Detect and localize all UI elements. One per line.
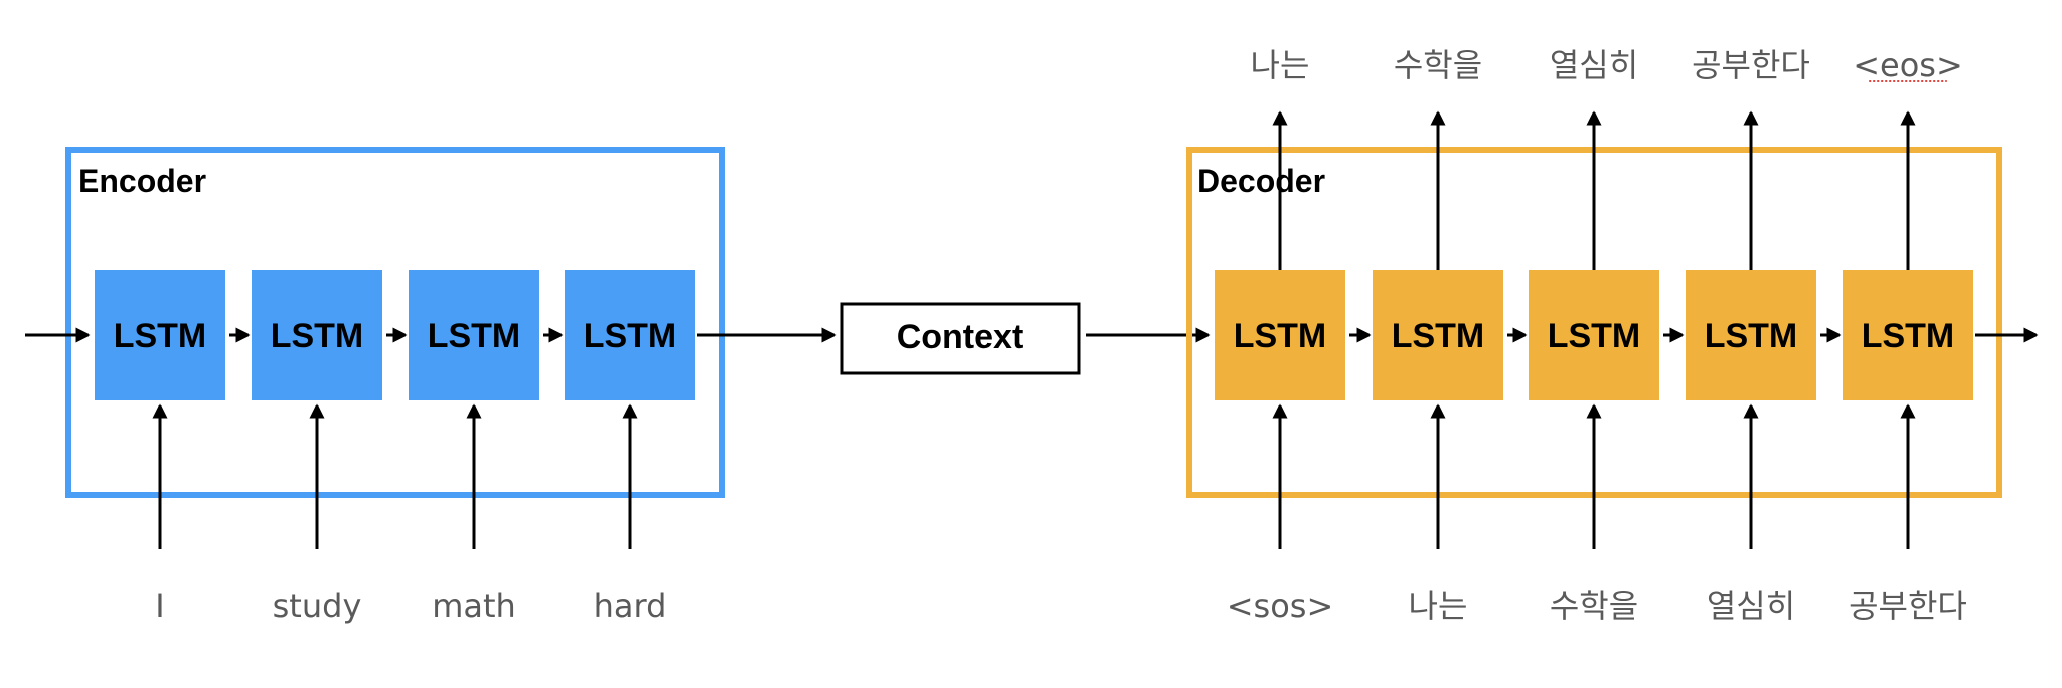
context-group: Context — [697, 302, 1211, 375]
encoder-lstm-label: LSTM — [114, 317, 207, 355]
encoder-cell: LSTM hard — [565, 270, 695, 625]
decoder-input-token: <sos> — [1227, 587, 1334, 625]
decoder-group: Decoder LSTM<sos>나는LSTM나는수학을LSTM수학을열심히LS… — [1186, 46, 2039, 625]
encoder-cell: LSTM I — [95, 270, 251, 625]
encoder-lstm-label: LSTM — [584, 317, 677, 355]
context-label: Context — [897, 318, 1024, 356]
encoder-cell: LSTM study — [252, 270, 408, 625]
decoder-input-token: 수학을 — [1550, 587, 1638, 625]
decoder-label: Decoder — [1197, 163, 1325, 199]
seq2seq-diagram: Encoder LSTM I LSTM study LSTM math LSTM hard C… — [25, 46, 2039, 625]
decoder-output-token: 나는 — [1251, 46, 1310, 84]
decoder-output-token: <eos> — [1853, 46, 1963, 84]
encoder-group: Encoder LSTM I LSTM study LSTM math LSTM hard — [65, 147, 725, 625]
decoder-input-token: 나는 — [1409, 587, 1468, 625]
decoder-input-token: 열심히 — [1707, 587, 1795, 625]
decoder-lstm-label: LSTM — [1234, 317, 1327, 355]
encoder-cell: LSTM math — [409, 270, 564, 625]
decoder-cell: LSTM 열심히 공부한다 — [1686, 46, 1842, 625]
encoder-input-token: I — [155, 587, 164, 625]
encoder-input-token: study — [273, 587, 362, 625]
encoder-lstm-label: LSTM — [271, 317, 364, 355]
decoder-output-token: 열심히 — [1550, 46, 1638, 84]
decoder-output-token: 공부한다 — [1692, 46, 1810, 84]
decoder-lstm-label: LSTM — [1392, 317, 1485, 355]
encoder-label: Encoder — [78, 163, 206, 199]
decoder-cell: LSTM <sos> 나는 — [1215, 46, 1372, 625]
decoder-cell: LSTM 공부한다 <eos> — [1843, 46, 1973, 625]
encoder-input-token: math — [432, 587, 516, 625]
decoder-output-token: 수학을 — [1394, 46, 1482, 84]
decoder-cell: LSTM 나는 수학을 — [1373, 46, 1528, 625]
encoder-lstm-label: LSTM — [428, 317, 521, 355]
decoder-lstm-label: LSTM — [1548, 317, 1641, 355]
decoder-lstm-label: LSTM — [1862, 317, 1955, 355]
decoder-input-token: 공부한다 — [1849, 587, 1967, 625]
decoder-cell: LSTM 수학을 열심히 — [1529, 46, 1685, 625]
encoder-input-token: hard — [594, 587, 667, 625]
decoder-lstm-label: LSTM — [1705, 317, 1798, 355]
